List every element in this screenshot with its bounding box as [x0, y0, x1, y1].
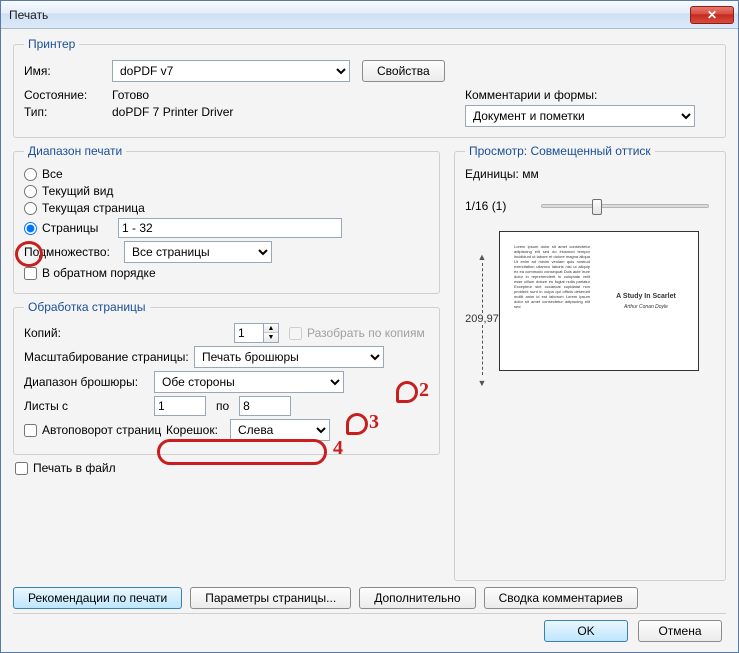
page-handling-group: Обработка страницы Копий: ▲▼ Разобрать п… [13, 300, 440, 455]
print-dialog: Печать ✕ Принтер Имя: doPDF v7 Свойства … [0, 0, 739, 653]
height-value: 209,97 [459, 313, 505, 325]
print-tips-button[interactable]: Рекомендации по печати [13, 587, 182, 609]
sheets-to-label: по [206, 399, 239, 413]
printer-group: Принтер Имя: doPDF v7 Свойства Состояние… [13, 37, 726, 138]
range-all-label: Все [42, 167, 63, 181]
preview-page: Lorem ipsum dolor sit amet consectetur a… [499, 231, 699, 371]
advanced-button[interactable]: Дополнительно [359, 587, 475, 609]
binding-select[interactable]: Слева [230, 419, 330, 441]
collate-checkbox [289, 327, 302, 340]
printer-legend: Принтер [24, 37, 79, 51]
preview-author: Arthur Conan Doyle [624, 305, 668, 310]
slider-thumb[interactable] [592, 199, 602, 215]
comments-label: Комментарии и формы: [465, 88, 597, 102]
pages-input[interactable] [118, 218, 342, 238]
subset-label: Подмножество: [24, 245, 124, 259]
dialog-content: Принтер Имя: doPDF v7 Свойства Состояние… [1, 29, 738, 652]
range-legend: Диапазон печати [24, 144, 126, 158]
dim-height: 209,97 [465, 249, 499, 389]
spin-buttons[interactable]: ▲▼ [264, 323, 279, 343]
range-view-label: Текущий вид [42, 184, 113, 198]
range-pages-label: Страницы [42, 221, 118, 235]
close-button[interactable]: ✕ [690, 6, 734, 24]
titlebar: Печать ✕ [1, 1, 738, 29]
reverse-label: В обратном порядке [42, 266, 156, 280]
type-value: doPDF 7 Printer Driver [112, 105, 233, 119]
printer-name-label: Имя: [24, 64, 112, 78]
copies-input[interactable] [234, 323, 264, 343]
range-view-radio[interactable] [24, 185, 37, 198]
print-to-file-checkbox[interactable] [15, 462, 28, 475]
sheets-from-input[interactable] [154, 396, 206, 416]
zoom-label: 1/16 (1) [465, 199, 535, 213]
preview-legend: Просмотр: Совмещенный оттиск [465, 144, 655, 158]
state-value: Готово [112, 88, 149, 102]
preview-left-page: Lorem ipsum dolor sit amet consectetur a… [508, 240, 596, 364]
properties-button[interactable]: Свойства [362, 60, 445, 82]
close-icon: ✕ [707, 8, 717, 22]
preview-group: Просмотр: Совмещенный оттиск Единицы: мм… [454, 144, 726, 581]
reverse-checkbox[interactable] [24, 267, 37, 280]
ok-button[interactable]: OK [544, 620, 628, 642]
sheets-to-input[interactable] [239, 396, 291, 416]
arrow-down-icon [478, 375, 487, 389]
state-label: Состояние: [24, 88, 112, 102]
print-range-group: Диапазон печати Все Текущий вид Текущая … [13, 144, 440, 294]
copies-spinner[interactable]: ▲▼ [234, 323, 279, 343]
autorotate-checkbox[interactable] [24, 424, 37, 437]
range-all-radio[interactable] [24, 168, 37, 181]
cancel-button[interactable]: Отмена [638, 620, 722, 642]
booklet-range-label: Диапазон брошюры: [24, 375, 154, 389]
autorotate-label: Автоповорот страниц [42, 423, 166, 437]
window-title: Печать [9, 8, 690, 22]
collate-label: Разобрать по копиям [307, 326, 425, 340]
range-page-label: Текущая страница [42, 201, 145, 215]
units-label: Единицы: мм [465, 167, 539, 181]
arrow-up-icon [478, 249, 487, 263]
preview-right-page: A Study In Scarlet Arthur Conan Doyle [602, 240, 690, 364]
chevron-down-icon[interactable]: ▼ [264, 333, 278, 342]
subset-select[interactable]: Все страницы [124, 241, 272, 263]
preview-area: 297,01 209,97 Lorem ipsum dolor sit amet… [465, 231, 715, 411]
booklet-range-select[interactable]: Обе стороны [154, 371, 344, 393]
range-pages-radio[interactable] [24, 222, 37, 235]
scaling-select[interactable]: Печать брошюры [194, 346, 384, 368]
binding-label: Корешок: [166, 423, 230, 437]
page-setup-button[interactable]: Параметры страницы... [190, 587, 351, 609]
range-page-radio[interactable] [24, 202, 37, 215]
copies-label: Копий: [24, 326, 234, 340]
print-to-file-label: Печать в файл [33, 461, 116, 475]
comments-select[interactable]: Документ и пометки [465, 105, 695, 127]
zoom-slider[interactable] [541, 204, 709, 208]
sheets-label: Листы с [24, 399, 154, 413]
chevron-up-icon[interactable]: ▲ [264, 324, 278, 333]
printer-name-select[interactable]: doPDF v7 [112, 60, 350, 82]
scaling-label: Масштабирование страницы: [24, 350, 194, 364]
type-label: Тип: [24, 105, 112, 119]
preview-title: A Study In Scarlet [616, 294, 676, 299]
comments-summary-button[interactable]: Сводка комментариев [484, 587, 638, 609]
handling-legend: Обработка страницы [24, 300, 150, 314]
